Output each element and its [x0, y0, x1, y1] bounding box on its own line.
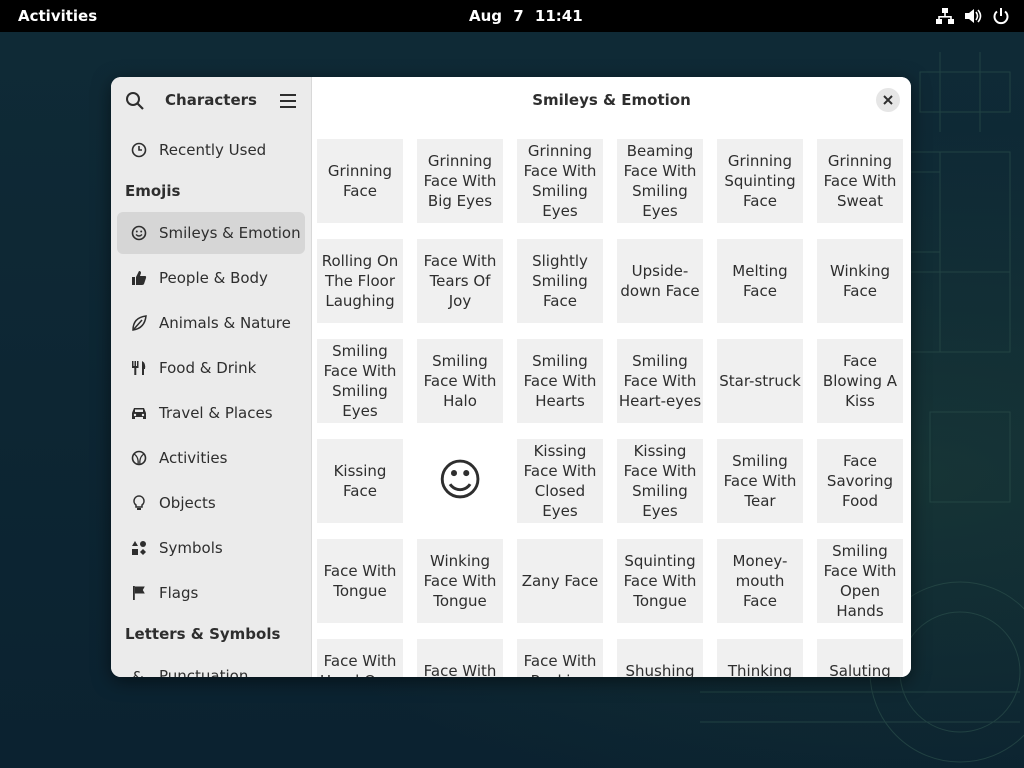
character-cell[interactable]: Saluting Face — [817, 639, 903, 677]
sidebar-header: Characters — [111, 77, 311, 123]
clock[interactable]: Aug 7 11:41 — [469, 7, 583, 25]
sidebar-item-label: Animals & Nature — [159, 314, 291, 332]
character-cell[interactable]: Grinning Squinting Face — [717, 139, 803, 223]
character-cell[interactable]: Winking Face With Tongue — [417, 539, 503, 623]
sidebar-item-label: Food & Drink — [159, 359, 257, 377]
fork-knife-icon — [131, 360, 147, 376]
character-cell[interactable]: Face With Peeking Eye — [517, 639, 603, 677]
sidebar-item-activities[interactable]: Activities — [117, 437, 305, 479]
sidebar-item-label: Symbols — [159, 539, 223, 557]
sidebar-item-animals-nature[interactable]: Animals & Nature — [117, 302, 305, 344]
character-cell[interactable]: Smiling Face With Halo — [417, 339, 503, 423]
character-cell[interactable]: Squinting Face With Tongue — [617, 539, 703, 623]
leaf-icon — [131, 315, 147, 331]
sidebar-item-label: Smileys & Emotion — [159, 224, 301, 242]
character-cell[interactable]: Face With Tongue — [317, 539, 403, 623]
network-icon[interactable] — [936, 6, 954, 26]
sidebar-item-label: People & Body — [159, 269, 268, 287]
sidebar-item-punctuation[interactable]: & Punctuation — [117, 655, 305, 677]
sidebar-item-label: Activities — [159, 449, 228, 467]
character-cell[interactable]: Zany Face — [517, 539, 603, 623]
character-cell[interactable]: Grinning Face With Big Eyes — [417, 139, 503, 223]
character-cell[interactable]: Star-struck — [717, 339, 803, 423]
smiley-icon — [131, 225, 147, 241]
sidebar-item-label: Recently Used — [159, 141, 267, 159]
flag-icon — [131, 585, 147, 601]
character-grid: Grinning Face Grinning Face With Big Eyes… — [312, 139, 911, 677]
main-panel: Smileys & Emotion Grinning Face Grinning … — [312, 77, 911, 677]
sidebar-item-recently-used[interactable]: Recently Used — [117, 129, 305, 171]
character-cell[interactable]: Thinking Face — [717, 639, 803, 677]
activities-button[interactable]: Activities — [18, 7, 97, 25]
character-cell[interactable]: Winking Face — [817, 239, 903, 323]
characters-window: Characters Recently Used Emojis Smileys … — [111, 77, 911, 677]
character-cell[interactable]: Kissing Face With Smiling Eyes — [617, 439, 703, 523]
sidebar-item-label: Objects — [159, 494, 216, 512]
ball-icon — [131, 450, 147, 466]
sidebar-item-people-body[interactable]: People & Body — [117, 257, 305, 299]
punctuation-icon: & — [131, 668, 147, 677]
character-cell[interactable]: Kissing Face — [317, 439, 403, 523]
character-cell[interactable]: Face Blowing A Kiss — [817, 339, 903, 423]
sidebar-item-objects[interactable]: Objects — [117, 482, 305, 524]
symbols-icon — [131, 540, 147, 556]
character-cell[interactable]: Smiling Face With Open Hands — [817, 539, 903, 623]
character-cell[interactable]: Grinning Face With Smiling Eyes — [517, 139, 603, 223]
character-cell[interactable]: Grinning Face With Sweat — [817, 139, 903, 223]
system-tray[interactable] — [936, 6, 1010, 26]
character-cell[interactable]: Smiling Face With Tear — [717, 439, 803, 523]
character-cell[interactable]: Kissing Face With Closed Eyes — [517, 439, 603, 523]
sidebar-item-symbols[interactable]: Symbols — [117, 527, 305, 569]
sidebar-item-flags[interactable]: Flags — [117, 572, 305, 614]
car-icon — [131, 405, 147, 421]
sidebar-item-label: Punctuation — [159, 667, 249, 677]
character-cell[interactable]: Shushing Face — [617, 639, 703, 677]
character-cell[interactable]: Smiling Face With Smiling Eyes — [317, 339, 403, 423]
character-cell[interactable]: Face With Tears Of Joy — [417, 239, 503, 323]
clock-icon — [131, 142, 147, 158]
character-cell[interactable]: Face With Open Eyes — [417, 639, 503, 677]
character-cell[interactable]: Rolling On The Floor Laughing — [317, 239, 403, 323]
volume-icon[interactable] — [964, 6, 982, 26]
close-icon — [883, 95, 893, 105]
character-cell[interactable]: Smiling Face With Hearts — [517, 339, 603, 423]
power-icon[interactable] — [992, 6, 1010, 26]
top-bar: Activities Aug 7 11:41 — [0, 0, 1024, 32]
sidebar: Characters Recently Used Emojis Smileys … — [111, 77, 312, 677]
close-button[interactable] — [876, 88, 900, 112]
character-cell[interactable]: Money-mouth Face — [717, 539, 803, 623]
character-cell[interactable]: Face Savoring Food — [817, 439, 903, 523]
character-cell[interactable]: Grinning Face — [317, 139, 403, 223]
character-cell[interactable]: ☺ — [417, 439, 503, 523]
character-cell[interactable]: Face With Hand Over Mouth — [317, 639, 403, 677]
character-cell[interactable]: Upside-down Face — [617, 239, 703, 323]
sidebar-item-label: Travel & Places — [159, 404, 273, 422]
sidebar-item-label: Flags — [159, 584, 199, 602]
character-cell[interactable]: Melting Face — [717, 239, 803, 323]
character-cell[interactable]: Smiling Face With Heart-eyes — [617, 339, 703, 423]
letters-symbols-section-header: Letters & Symbols — [125, 625, 281, 643]
character-cell[interactable]: Slightly Smiling Face — [517, 239, 603, 323]
emojis-section-header: Emojis — [125, 182, 181, 200]
thumbs-up-icon — [131, 270, 147, 286]
lightbulb-icon — [131, 495, 147, 511]
hamburger-menu-icon[interactable] — [278, 91, 298, 111]
svg-text:&: & — [132, 668, 144, 677]
sidebar-item-travel-places[interactable]: Travel & Places — [117, 392, 305, 434]
sidebar-item-smileys-emotion[interactable]: Smileys & Emotion — [117, 212, 305, 254]
sidebar-item-food-drink[interactable]: Food & Drink — [117, 347, 305, 389]
page-title: Smileys & Emotion — [532, 91, 691, 109]
character-cell[interactable]: Beaming Face With Smiling Eyes — [617, 139, 703, 223]
